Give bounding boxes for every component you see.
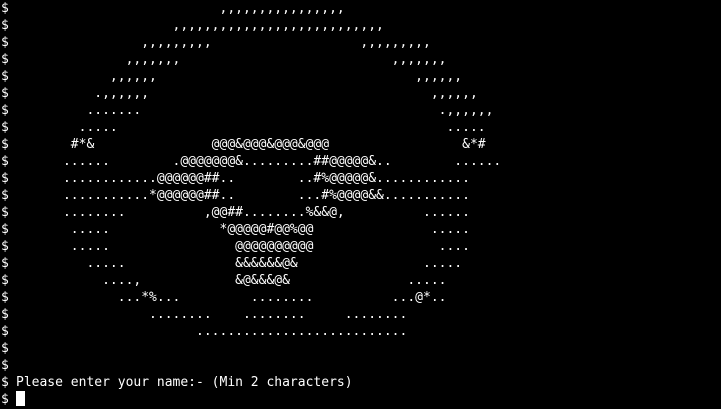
terminal-output-line: $ ............@@@@@@##.. ..#%@@@@@&.....… [0,170,721,187]
terminal-output-line: $ ,,,,,,,,, ,,,,,,,,, [0,34,721,51]
prompt-symbol: $ [1,324,9,339]
prompt-symbol: $ [1,120,9,135]
prompt-symbol: $ [1,392,9,407]
ascii-art-text: ...., &@&&&@& ..... [16,273,447,288]
prompt-symbol: $ [1,290,9,305]
prompt-symbol: $ [1,1,9,16]
input-prompt-line: $ Please enter your name:- (Min 2 charact… [0,374,721,391]
ascii-art-text: #*& @@@&@@@&@@@&@@@ &*# [16,137,486,152]
terminal-output-line: $ ...*%... ........ ...@*.. [0,289,721,306]
prompt-symbol: $ [1,222,9,237]
terminal-output-line: $ ..... ..... [0,119,721,136]
ascii-art-text: ........ ,@@##........%&&@, ...... [16,205,470,220]
prompt-symbol: $ [1,52,9,67]
terminal-output-line: $ ..... &&&&&&@& ..... [0,255,721,272]
terminal-output-line: $ ,,,,,, ,,,,,, [0,68,721,85]
terminal-output-line: $ [0,340,721,357]
ascii-art-text: ...... .@@@@@@@&.........##@@@@@&.. ....… [16,154,502,169]
terminal-window[interactable]: $ ,,,,,,,,,,,,,,,, $ ,,,,,,,,,,,,,,,,,,,,… [0,0,721,409]
terminal-output-line: $ #*& @@@&@@@&@@@&@@@ &*# [0,136,721,153]
prompt-symbol: $ [1,205,9,220]
terminal-output-line: $ ,,,,,,,,,,,,,,,, [0,0,721,17]
prompt-symbol: $ [1,69,9,84]
ascii-art-text: ,,,,,,,,, ,,,,,,,,, [16,35,431,50]
terminal-output-line: $ ...., &@&&&@& ..... [0,272,721,289]
terminal-output-line: $ ,,,,,,, ,,,,,,, [0,51,721,68]
terminal-output-line: $ ...... .@@@@@@@&.........##@@@@@&.. ..… [0,153,721,170]
terminal-output-line: $ ........ ,@@##........%&&@, ...... [0,204,721,221]
ascii-art-text: ........................... [16,324,408,339]
terminal-output-line: $ .,,,,,, ,,,,,, [0,85,721,102]
ascii-art-text: ..... &&&&&&@& ..... [16,256,463,271]
prompt-symbol: $ [1,103,9,118]
prompt-symbol: $ [1,375,9,390]
prompt-symbol: $ [1,256,9,271]
prompt-symbol: $ [1,358,9,373]
ascii-art-text: ...*%... ........ ...@*.. [16,290,447,305]
ascii-art-text: ,,,,,,,,,,,,,,,, [16,1,345,16]
text-cursor[interactable] [16,391,25,406]
terminal-output-line: $ ........ ........ ........ [0,306,721,323]
ascii-art-text: ....... .,,,,,, [16,103,494,118]
prompt-symbol: $ [1,239,9,254]
terminal-output-line: $ ........................... [0,323,721,340]
ascii-art-text: ,,,,,, ,,,,,, [16,69,463,84]
terminal-output-line: $ ..... *@@@@@#@@%@@ ..... [0,221,721,238]
terminal-output-line: $ ....... .,,,,,, [0,102,721,119]
prompt-symbol: $ [1,35,9,50]
ascii-art-text: ,,,,,,,,,,,,,,,,,,,,,,,,,,, [16,18,384,33]
terminal-output-line: $ ,,,,,,,,,,,,,,,,,,,,,,,,,,, [0,17,721,34]
ascii-art-text: ..... ..... [16,120,486,135]
ascii-art-text: ...........*@@@@@@##.. ...#%@@@@&&......… [16,188,470,203]
terminal-output-line: $ ..... @@@@@@@@@@ .... [0,238,721,255]
ascii-art-text: ............@@@@@@##.. ..#%@@@@@&.......… [16,171,470,186]
prompt-symbol: $ [1,188,9,203]
input-line[interactable]: $ [0,391,721,408]
ascii-art-text: ,,,,,,, ,,,,,,, [16,52,447,67]
ascii-art-text: .,,,,,, ,,,,,, [16,86,478,101]
prompt-symbol: $ [1,171,9,186]
prompt-symbol: $ [1,137,9,152]
ascii-art-text: ..... @@@@@@@@@@ .... [16,239,470,254]
ascii-art-text: ........ ........ ........ [16,307,408,322]
prompt-symbol: $ [1,86,9,101]
prompt-symbol: $ [1,18,9,33]
ascii-art-text: ..... *@@@@@#@@%@@ ..... [16,222,470,237]
prompt-symbol: $ [1,341,9,356]
terminal-output-line: $ ...........*@@@@@@##.. ...#%@@@@&&....… [0,187,721,204]
prompt-symbol: $ [1,307,9,322]
terminal-output-line: $ [0,357,721,374]
prompt-symbol: $ [1,273,9,288]
name-input-prompt: Please enter your name:- (Min 2 characte… [16,375,353,390]
prompt-symbol: $ [1,154,9,169]
